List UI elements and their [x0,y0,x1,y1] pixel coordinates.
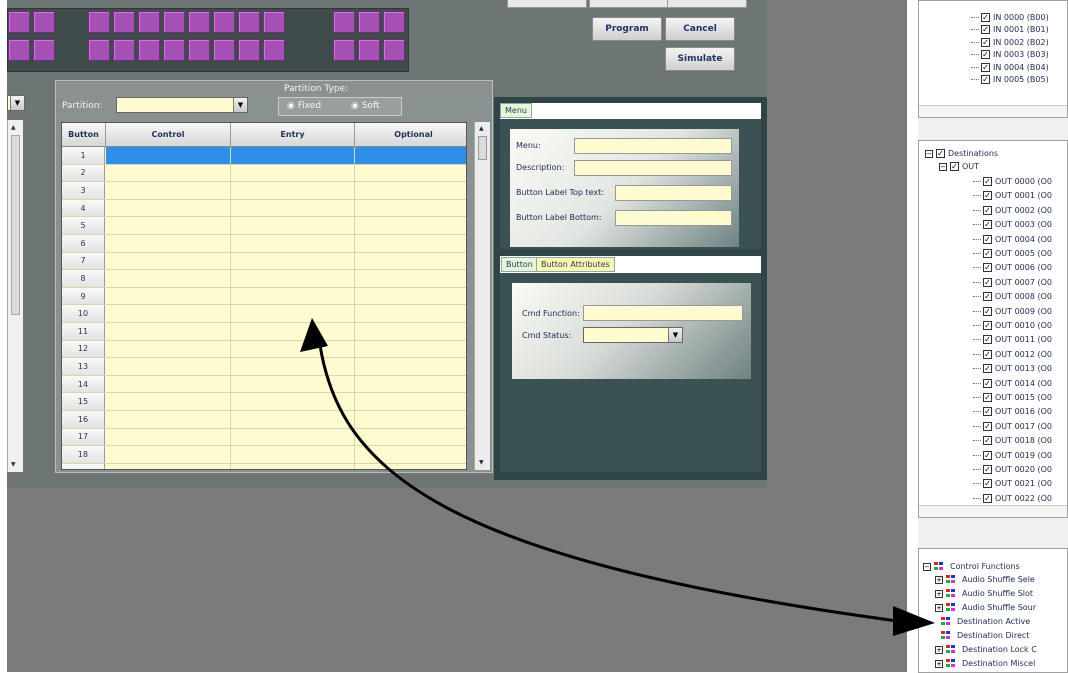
annotation-arrow [318,344,906,624]
annotation-overlay [300,318,935,636]
arrowhead-top [300,318,328,352]
arrowhead-right [893,606,935,636]
